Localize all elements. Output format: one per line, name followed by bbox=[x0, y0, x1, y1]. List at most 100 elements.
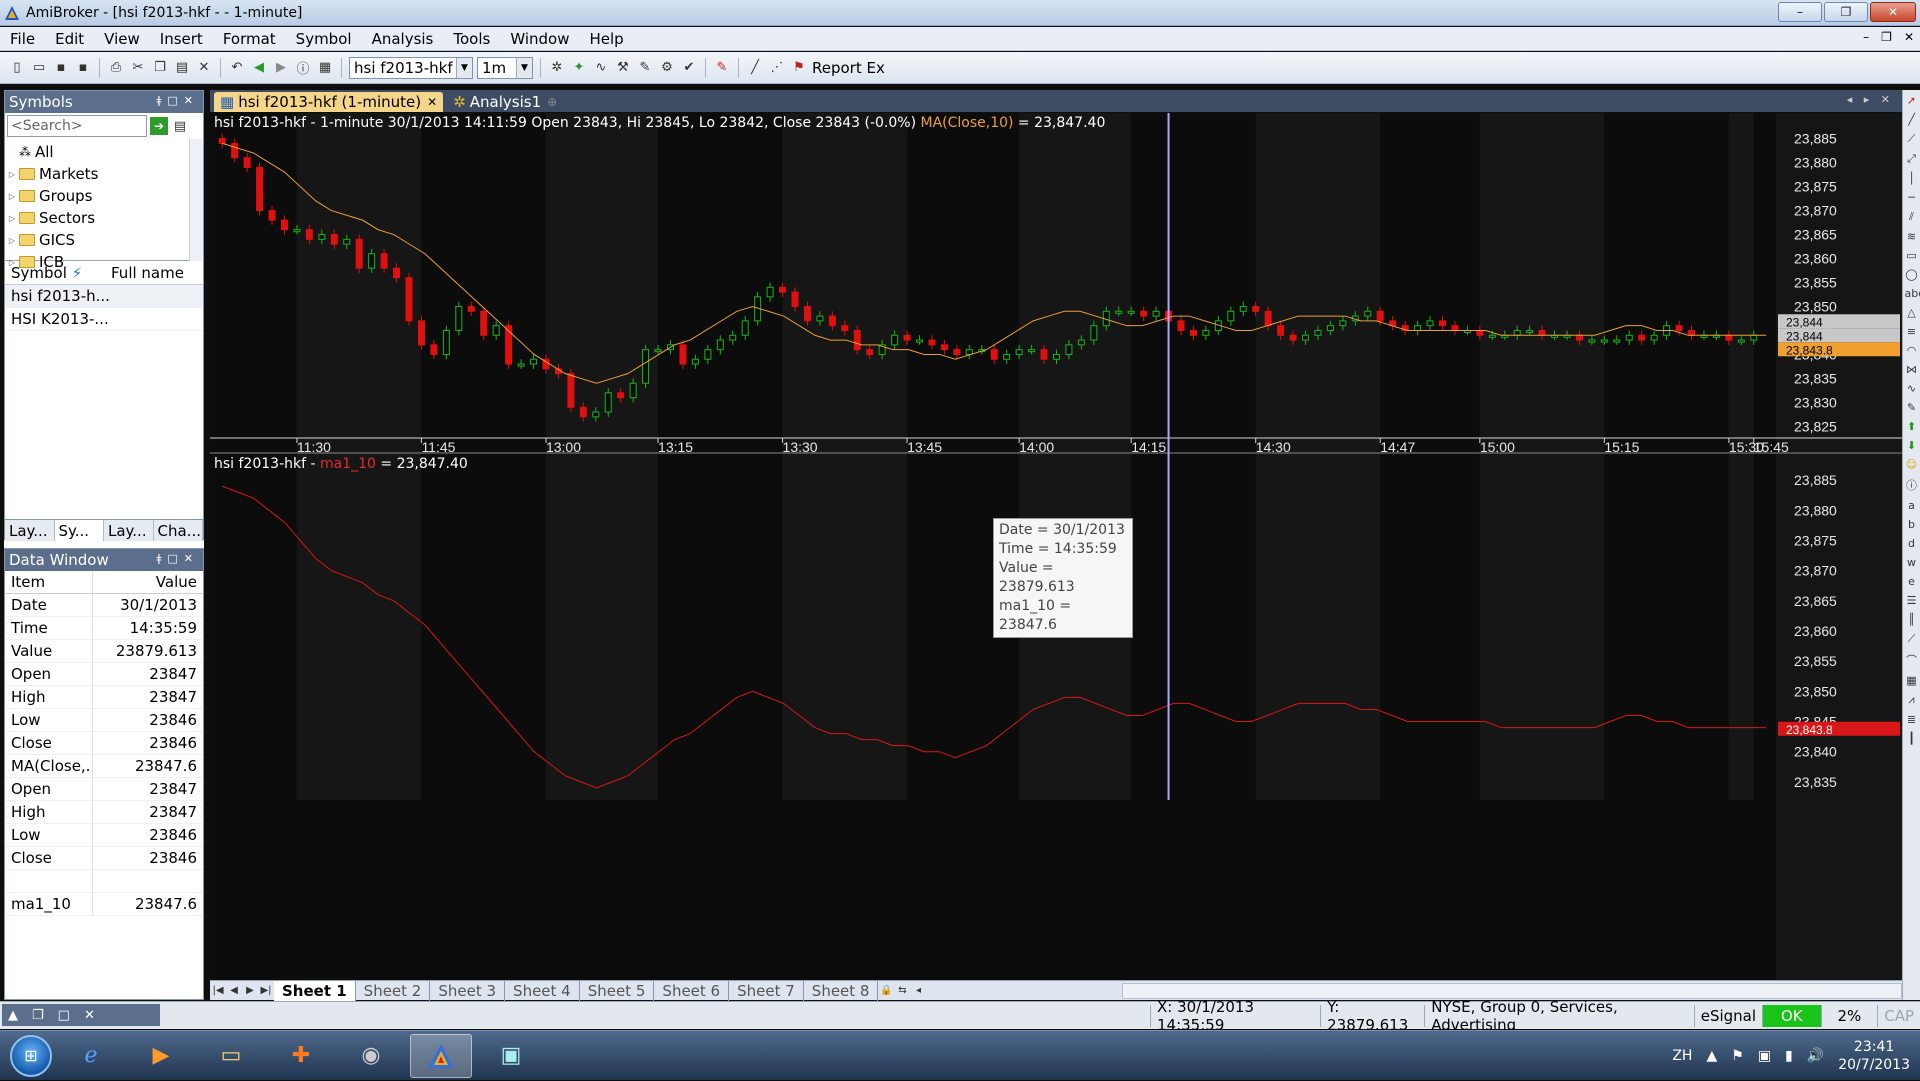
channel-icon[interactable]: ≋ bbox=[1905, 230, 1919, 243]
ellipse-icon[interactable]: ◯ bbox=[1905, 268, 1919, 281]
remote-desktop-icon[interactable]: ▣ bbox=[480, 1034, 542, 1078]
ie-icon[interactable]: ℯ bbox=[60, 1034, 122, 1078]
menu-file[interactable]: File bbox=[0, 30, 45, 48]
letter-a-icon[interactable]: a bbox=[1905, 499, 1919, 512]
wave-icon[interactable]: ∿ bbox=[1905, 382, 1919, 395]
close-button[interactable]: ✕ bbox=[1870, 2, 1916, 22]
chevron-down-icon[interactable]: ▼ bbox=[456, 57, 472, 78]
interval-combo[interactable]: 1m ▼ bbox=[477, 56, 533, 79]
close-tab-icon[interactable]: ✕ bbox=[427, 95, 437, 109]
maximize-small-icon[interactable]: □ bbox=[58, 1008, 70, 1023]
tree-item-sectors[interactable]: ▷ Sectors bbox=[5, 207, 203, 229]
cycles-icon[interactable]: ⌒ bbox=[1905, 652, 1919, 668]
cut-icon[interactable]: ✂ bbox=[129, 59, 147, 77]
close-small-icon[interactable]: ✕ bbox=[84, 1008, 95, 1023]
levels-icon[interactable]: ≣ bbox=[1905, 713, 1919, 726]
menu-tools[interactable]: Tools bbox=[443, 30, 500, 48]
menu-symbol[interactable]: Symbol bbox=[286, 30, 362, 48]
sheet-tab[interactable]: Sheet 8 bbox=[804, 980, 879, 1001]
amibroker-small-icon[interactable]: ▲ bbox=[8, 1008, 18, 1023]
tab-layers[interactable]: Lay... bbox=[5, 520, 55, 541]
filter-menu-icon[interactable]: ▤ bbox=[171, 117, 189, 135]
letter-e-icon[interactable]: e bbox=[1905, 575, 1919, 588]
delete-icon[interactable]: ✕ bbox=[195, 59, 213, 77]
sheet-tab[interactable]: Sheet 3 bbox=[430, 980, 506, 1001]
pencil-icon[interactable]: ✎ bbox=[1905, 401, 1919, 414]
lock-icon[interactable]: 🔒 bbox=[878, 985, 894, 996]
tree-scrollbar[interactable] bbox=[189, 139, 203, 261]
scan-icon[interactable]: ✲ bbox=[548, 59, 566, 77]
sheet-tab[interactable]: Sheet 5 bbox=[580, 980, 655, 1001]
menu-view[interactable]: View bbox=[94, 30, 150, 48]
restore-small-icon[interactable]: ❐ bbox=[32, 1008, 44, 1023]
sheet-tab[interactable]: Sheet 4 bbox=[505, 980, 580, 1001]
ray-icon[interactable]: ⟋ bbox=[1905, 132, 1919, 146]
letter-b-icon[interactable]: b bbox=[1905, 518, 1919, 531]
panel-pin-close-icons[interactable]: ǂ□✕ bbox=[156, 552, 199, 565]
smiley-icon[interactable]: ☺ bbox=[1905, 458, 1919, 471]
info-icon[interactable]: ⓘ bbox=[294, 59, 312, 77]
minimize-button[interactable]: – bbox=[1778, 2, 1822, 22]
menu-window[interactable]: Window bbox=[500, 30, 579, 48]
expand-icon[interactable]: ▷ bbox=[5, 192, 19, 201]
tree-item-gics[interactable]: ▷ GICS bbox=[5, 229, 203, 251]
candle-tool-icon[interactable]: ┃ bbox=[1905, 732, 1919, 745]
pen-color-icon[interactable]: ✎ bbox=[713, 59, 731, 77]
network-icon[interactable]: ▮ bbox=[1785, 1048, 1793, 1064]
tab-symbols[interactable]: Sy... bbox=[54, 520, 104, 541]
explore-icon[interactable]: ✦ bbox=[570, 59, 588, 77]
save-all-icon[interactable]: ▪ bbox=[74, 59, 92, 77]
tab-charts[interactable]: Cha... bbox=[154, 520, 203, 541]
tray-app-icon[interactable]: ▣ bbox=[1758, 1048, 1771, 1064]
new-file-icon[interactable]: ▯ bbox=[8, 59, 26, 77]
last-sheet-icon[interactable]: ▶| bbox=[258, 985, 274, 996]
tray-expand-icon[interactable]: ▲ bbox=[1706, 1048, 1717, 1064]
app-orange-icon[interactable]: ✚ bbox=[270, 1034, 332, 1078]
mdi-restore-icon[interactable]: ❐ bbox=[1881, 30, 1892, 44]
backtest-icon[interactable]: ∿ bbox=[592, 59, 610, 77]
media-player-icon[interactable]: ▶ bbox=[130, 1034, 192, 1078]
expand-icon[interactable]: ▷ bbox=[5, 214, 19, 223]
arrow-up-icon[interactable]: ⬆ bbox=[1905, 420, 1919, 433]
speaker-app-icon[interactable]: ◉ bbox=[340, 1034, 402, 1078]
scroll-left-icon[interactable]: ◂ bbox=[910, 985, 926, 996]
pointer-icon[interactable]: ➚ bbox=[1905, 94, 1919, 107]
mdi-close-icon[interactable]: ✕ bbox=[1904, 30, 1914, 44]
clock[interactable]: 23:41 20/7/2013 bbox=[1838, 1038, 1910, 1074]
prev-sheet-icon[interactable]: ◀ bbox=[226, 985, 242, 996]
first-sheet-icon[interactable]: |◀ bbox=[210, 985, 226, 996]
paste-icon[interactable]: ▤ bbox=[173, 59, 191, 77]
table-icon[interactable]: ▦ bbox=[1905, 674, 1919, 687]
parallel-lines-icon[interactable]: ⫽ bbox=[1905, 210, 1919, 224]
rectangle-icon[interactable]: ▭ bbox=[1905, 249, 1919, 262]
panel-pin-close-icons[interactable]: ǂ□✕ bbox=[156, 94, 199, 107]
sheet-tab[interactable]: Sheet 1 bbox=[274, 980, 356, 1001]
extended-line-icon[interactable]: ⤢ bbox=[1905, 152, 1919, 166]
sheet-tab[interactable]: Sheet 6 bbox=[654, 980, 730, 1001]
language-indicator[interactable]: ZH bbox=[1672, 1048, 1692, 1064]
tools-icon[interactable]: ⚙ bbox=[658, 59, 676, 77]
sheet-tab[interactable]: Sheet 2 bbox=[356, 980, 431, 1001]
fan-icon[interactable]: ⟋ bbox=[1905, 632, 1919, 646]
restore-button[interactable]: ❐ bbox=[1824, 2, 1868, 22]
expand-icon[interactable]: ▷ bbox=[5, 236, 19, 245]
mdi-minimize-icon[interactable]: – bbox=[1863, 30, 1869, 44]
undo-icon[interactable]: ↶ bbox=[228, 59, 246, 77]
forward-icon[interactable]: ▶ bbox=[272, 59, 290, 77]
tab-layouts[interactable]: Lay... bbox=[104, 520, 154, 541]
menu-help[interactable]: Help bbox=[579, 30, 633, 48]
speed-lines-icon[interactable]: ⩘ bbox=[1905, 693, 1919, 707]
sheet-tab[interactable]: Sheet 7 bbox=[729, 980, 804, 1001]
fibonacci-icon[interactable]: ≡ bbox=[1905, 325, 1919, 338]
report-icon[interactable]: ⚑ bbox=[790, 59, 808, 77]
arc-icon[interactable]: ◠ bbox=[1905, 344, 1919, 357]
walk-forward-icon[interactable]: ✎ bbox=[636, 59, 654, 77]
tab-analysis1[interactable]: ✲ Analysis1 ⊕ bbox=[447, 92, 563, 112]
bars-icon[interactable]: ║ bbox=[1905, 613, 1919, 626]
expand-icon[interactable]: ▷ bbox=[5, 258, 19, 267]
check-icon[interactable]: ✔ bbox=[680, 59, 698, 77]
save-icon[interactable]: ▪ bbox=[52, 59, 70, 77]
tree-item-groups[interactable]: ▷ Groups bbox=[5, 185, 203, 207]
gann-icon[interactable]: ⋈ bbox=[1905, 363, 1919, 376]
chevron-down-icon[interactable]: ▼ bbox=[516, 57, 532, 78]
